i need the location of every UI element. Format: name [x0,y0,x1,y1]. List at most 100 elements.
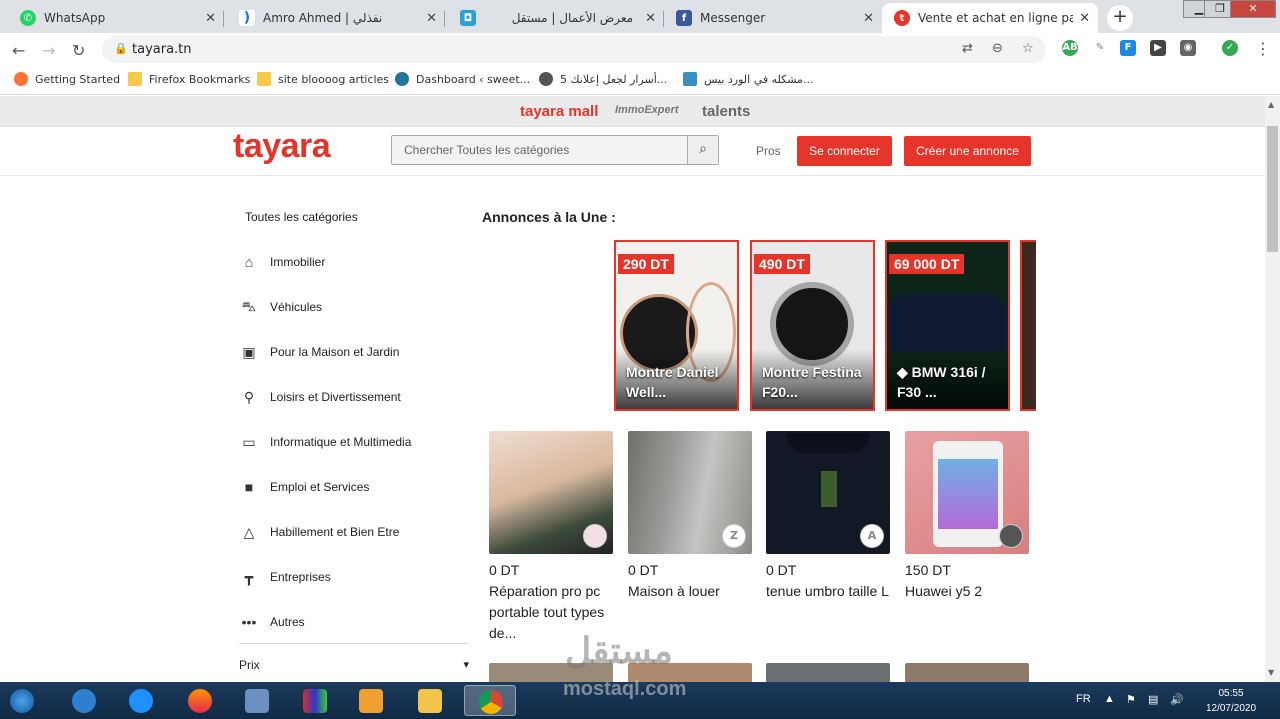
taskbar-app[interactable] [237,685,277,716]
tray-expand-icon[interactable]: ▲ [1104,693,1115,705]
category-vehicules[interactable]: ⛍ Véhicules [239,292,469,322]
listing-price: 0 DT [489,562,520,578]
windows-logo-icon [10,689,34,713]
taskbar-app[interactable] [64,685,104,716]
talents-link[interactable]: talents [702,103,750,120]
camera-extension-icon[interactable]: ◉ [1180,40,1196,56]
taskbar-app[interactable] [180,685,220,716]
menu-icon[interactable]: ⋮ [1255,39,1271,58]
close-tab-icon[interactable]: ✕ [205,11,216,26]
youtube-extension-icon[interactable]: ▶ [1150,40,1166,56]
category-label: Entreprises [270,570,331,584]
taskbar-app[interactable] [295,685,335,716]
search-icon[interactable]: ⌕ [687,136,718,164]
taskbar-app[interactable] [410,685,450,716]
search-input[interactable] [392,136,688,164]
category-autres[interactable]: ••• Autres [239,607,469,637]
featured-price: 290 DT [618,254,674,274]
bookmark-item[interactable]: 5 أسرار لجعل إعلانك... [539,72,667,86]
featured-card[interactable]: 490 DT Montre Festina F20... [750,240,875,411]
listing-card-partial[interactable] [905,663,1029,683]
taskbar-app[interactable] [351,685,391,716]
immoexpert-link[interactable]: ImmoExpert [615,104,679,116]
close-tab-icon[interactable]: ✕ [863,11,874,26]
featured-card[interactable]: 290 DT Montre Daniel Well... [614,240,739,411]
bookmark-item[interactable]: مشكله في الورد بيس... [683,72,813,86]
car-icon: ⛍ [241,297,257,314]
firefox-icon [14,72,28,86]
close-tab-icon[interactable]: ✕ [645,11,656,26]
close-window-button[interactable]: ✕ [1230,0,1276,18]
listing-image [905,431,1029,554]
taskbar-app[interactable] [121,685,161,716]
language-indicator[interactable]: FR [1076,693,1091,705]
bookmark-item[interactable]: Dashboard ‹ sweet... [395,72,530,86]
category-loisirs[interactable]: ⚲ Loisirs et Divertissement [239,382,469,412]
scroll-up-icon[interactable]: ▲ [1268,100,1274,109]
all-categories-link[interactable]: Toutes les catégories [245,210,358,224]
search-box: ⌕ [391,135,719,165]
tab-tayara[interactable]: t Vente et achat en ligne partout ✕ [882,3,1098,33]
tayara-mall-link[interactable]: tayara mall [520,103,598,120]
featured-card-partial[interactable] [1020,240,1036,411]
forward-icon[interactable]: → [42,41,55,60]
listing-card[interactable]: Z 0 DT Maison à louer [628,431,752,602]
chevron-down-icon: ▾ [463,659,469,671]
scroll-down-icon[interactable]: ▼ [1268,668,1274,677]
listing-card[interactable]: 0 DT Réparation pro pc portable tout typ… [489,431,613,644]
close-tab-icon[interactable]: ✕ [1079,11,1090,26]
login-button[interactable]: Se connecter [797,136,892,166]
phone-screen [938,459,998,529]
close-tab-icon[interactable]: ✕ [426,11,437,26]
extension-icon[interactable]: ✎ [1092,40,1108,56]
bookmark-item[interactable]: Getting Started [14,72,120,86]
mostaql-icon: ◘ [460,10,476,26]
chrome-icon [479,690,503,714]
reload-icon[interactable]: ↻ [72,41,85,60]
network-icon[interactable]: ▤ [1148,693,1158,706]
category-immobilier[interactable]: ⌂ Immobilier [239,247,469,277]
bookmark-label: Getting Started [35,72,121,86]
tab-messenger[interactable]: f Messenger ✕ [664,3,882,33]
flag-icon[interactable]: ⚑ [1126,693,1136,706]
category-habillement[interactable]: △ Habillement et Bien Etre [239,517,469,547]
bookmark-item[interactable]: Firefox Bookmarks [128,72,250,86]
extension-icon[interactable]: F [1120,40,1136,56]
tab-mostaql[interactable]: ◘ معرض الأعمال | مستقل ✕ [448,3,664,33]
bookmarks-bar: Getting Started Firefox Bookmarks site b… [0,65,1280,95]
page-scrollbar[interactable]: ▲ ▼ [1265,96,1280,682]
price-filter[interactable]: Prix ▾ [239,658,469,672]
scrollbar-thumb[interactable] [1267,126,1278,252]
appliance-icon: ▣ [242,343,256,360]
start-button[interactable] [2,685,42,716]
tab-whatsapp[interactable]: ✆ WhatsApp ✕ [8,3,224,33]
featured-card[interactable]: 69 000 DT ◆ BMW 316i / F30 ... [885,240,1010,411]
category-maison-jardin[interactable]: ▣ Pour la Maison et Jardin [239,337,469,367]
tab-nafzly[interactable]: ) Amro Ahmed | نفذلي ✕ [227,3,445,33]
featured-carousel[interactable]: 290 DT Montre Daniel Well... 490 DT Mont… [614,240,1036,411]
listing-title: tenue umbro taille L [766,583,889,599]
volume-icon[interactable]: 🔊 [1170,693,1184,706]
extension-icon[interactable]: AB [1062,40,1078,56]
back-icon[interactable]: ← [12,41,25,60]
category-informatique[interactable]: ▭ Informatique et Multimedia [239,427,469,457]
shield-extension-icon[interactable]: ✓ [1222,40,1238,56]
new-tab-button[interactable]: + [1107,5,1133,31]
pros-link[interactable]: Pros [756,144,781,158]
listing-card[interactable]: 150 DT Huawei y5 2 [905,431,1029,602]
listing-card-partial[interactable] [766,663,890,683]
zoom-icon[interactable]: ⊖ [992,41,1003,56]
tayara-logo[interactable]: tayara [233,127,331,166]
listing-card[interactable]: A 0 DT tenue umbro taille L [766,431,890,602]
bookmark-item[interactable]: site bloooog articles [257,72,389,86]
taskbar-app-active[interactable] [464,685,516,716]
featured-price: 69 000 DT [889,254,965,274]
address-bar[interactable]: 🔒 tayara.tn ⇄ ⊖ ☆ [102,36,1046,63]
create-ad-button[interactable]: Créer une annonce [904,136,1031,166]
bookmark-star-icon[interactable]: ☆ [1022,41,1034,56]
category-emploi[interactable]: ■ Emploi et Services [239,472,469,502]
tayara-icon: t [894,10,910,26]
system-clock[interactable]: 05:55 12/07/2020 [1196,686,1266,716]
category-entreprises[interactable]: ┳ Entreprises [239,562,469,592]
translate-icon[interactable]: ⇄ [962,41,973,56]
